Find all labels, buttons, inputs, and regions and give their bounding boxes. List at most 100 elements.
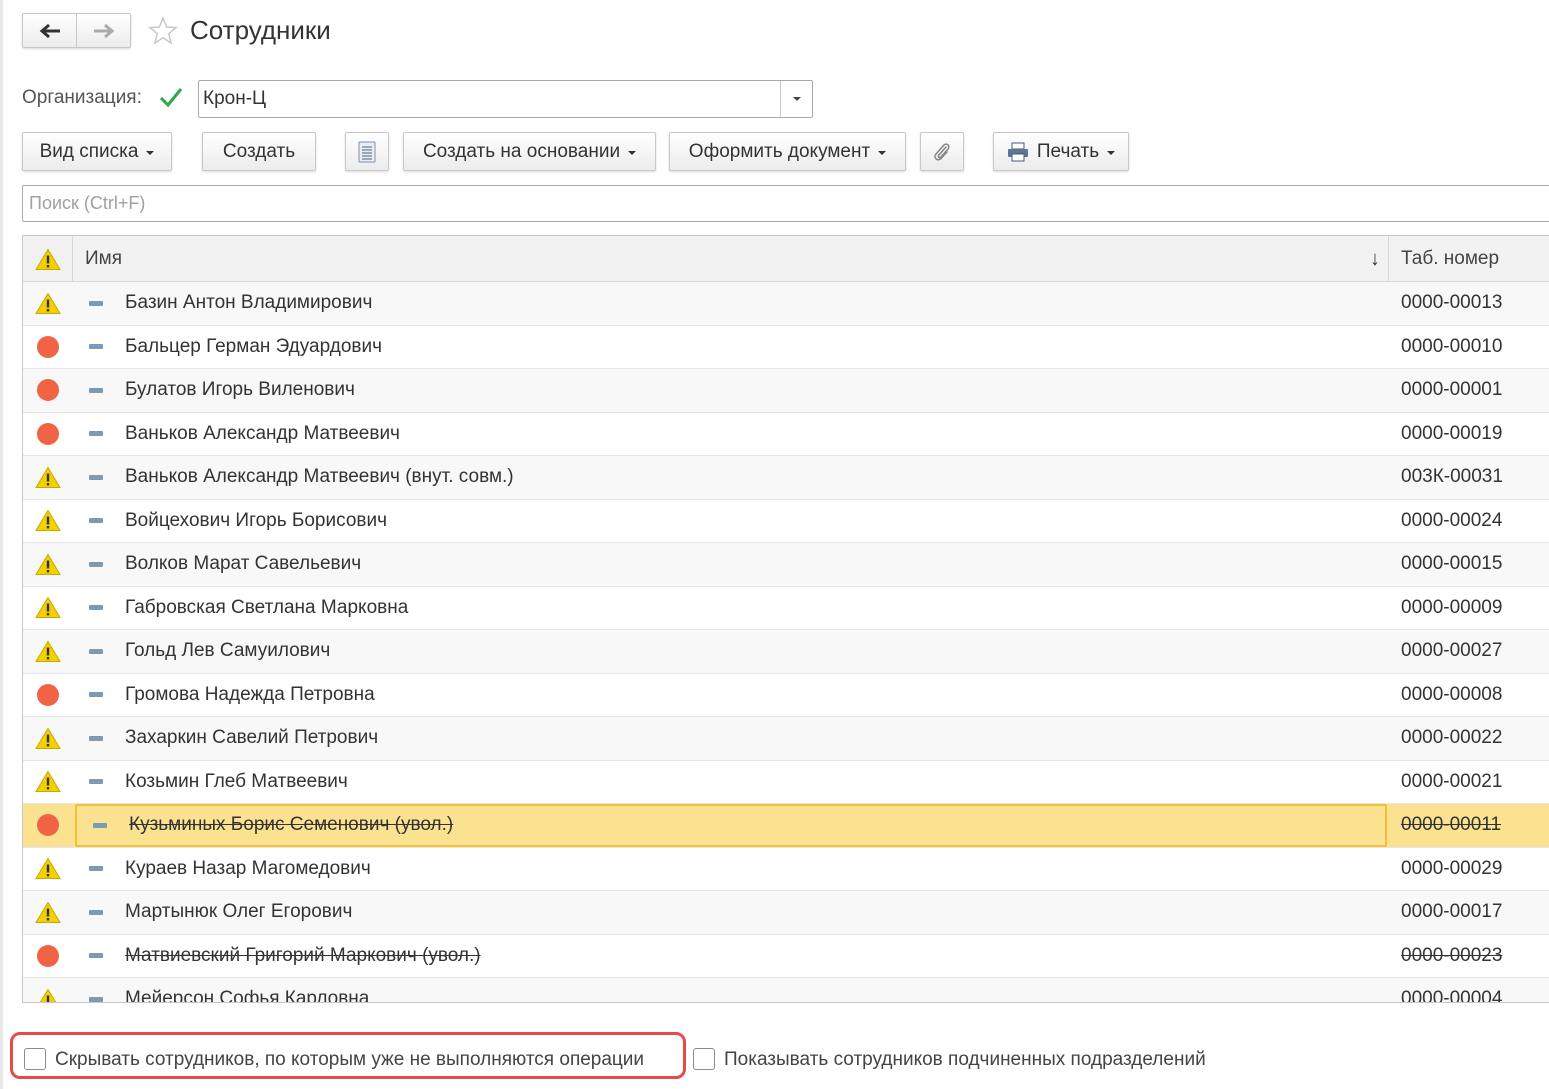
- tab-number-cell[interactable]: 0000-00011: [1389, 804, 1549, 847]
- table-row[interactable]: Захаркин Савелий Петрович 0000-00022: [23, 717, 1549, 761]
- name-cell[interactable]: Кураев Назар Магомедович: [73, 848, 1389, 891]
- table-row[interactable]: Козьмин Глеб Матвеевич 0000-00021: [23, 760, 1549, 804]
- table-row[interactable]: Кузьминых Борис Семенович (увол.) 0000-00…: [23, 804, 1549, 848]
- table-row[interactable]: Матвиевский Григорий Маркович (увол.) 000…: [23, 934, 1549, 978]
- status-cell: [23, 543, 73, 586]
- tab-number-cell[interactable]: 0000-00017: [1389, 891, 1549, 934]
- make-document-button[interactable]: Оформить документ: [669, 132, 906, 171]
- table-row[interactable]: Войцехович Игорь Борисович 0000-00024: [23, 499, 1549, 543]
- table-row[interactable]: Базин Антон Владимирович 0000-00013: [23, 282, 1549, 326]
- column-name[interactable]: Имя ↓: [73, 236, 1389, 282]
- make-document-label: Оформить документ: [688, 140, 871, 162]
- status-cell: [23, 456, 73, 499]
- star-icon[interactable]: [148, 16, 178, 46]
- tab-number-cell[interactable]: 0000-00015: [1389, 543, 1549, 586]
- employee-name: Кузьминых Борис Семенович (увол.): [129, 814, 454, 836]
- chevron-down-icon: [146, 150, 155, 155]
- column-status[interactable]: [23, 236, 73, 282]
- warning-icon: [34, 248, 61, 270]
- name-cell[interactable]: Матвиевский Григорий Маркович (увол.): [73, 935, 1389, 978]
- table-row[interactable]: Мейерсон Софья Карловна 0000-00004: [23, 978, 1549, 1002]
- table-row[interactable]: Волков Марат Савельевич 0000-00015: [23, 543, 1549, 587]
- tab-number-cell[interactable]: 0000-00008: [1389, 674, 1549, 717]
- tab-number-cell[interactable]: 0000-00013: [1389, 282, 1549, 325]
- employee-name: Захаркин Савелий Петрович: [125, 727, 379, 749]
- tab-number-cell[interactable]: 0000-00004: [1389, 978, 1549, 1002]
- name-cell[interactable]: Базин Антон Владимирович: [73, 282, 1389, 325]
- status-cell: [23, 978, 73, 1002]
- table-row[interactable]: Ваньков Александр Матвеевич 0000-00019: [23, 412, 1549, 456]
- forward-button[interactable]: [76, 14, 130, 47]
- table-row[interactable]: Мартынюк Олег Егорович 0000-00017: [23, 891, 1549, 935]
- hide-inactive-checkbox[interactable]: [24, 1048, 46, 1070]
- print-button[interactable]: Печать: [993, 132, 1129, 171]
- search-input[interactable]: Поиск (Ctrl+F): [22, 185, 1549, 222]
- tab-number-cell[interactable]: 0000-00001: [1389, 369, 1549, 412]
- tab-number: 0000-00013: [1401, 292, 1503, 314]
- list-settings-button[interactable]: [345, 132, 389, 171]
- name-cell[interactable]: Козьмин Глеб Матвеевич: [73, 761, 1389, 804]
- name-cell[interactable]: Мартынюк Олег Егорович: [73, 891, 1389, 934]
- status-cell: [23, 848, 73, 891]
- status-cell: [23, 674, 73, 717]
- tab-number-cell[interactable]: 0000-00022: [1389, 717, 1549, 760]
- name-cell[interactable]: Бальцер Герман Эдуардович: [73, 326, 1389, 369]
- hide-inactive-label[interactable]: Скрывать сотрудников, по которым уже не …: [55, 1048, 644, 1072]
- tab-number-cell[interactable]: 003К-00031: [1389, 456, 1549, 499]
- table-row[interactable]: Гольд Лев Самуилович 0000-00027: [23, 630, 1549, 674]
- name-cell[interactable]: Кузьминых Борис Семенович (увол.): [75, 804, 1387, 847]
- table-row[interactable]: Булатов Игорь Виленович 0000-00001: [23, 369, 1549, 413]
- employee-icon: [89, 344, 103, 350]
- tab-number-cell[interactable]: 0000-00009: [1389, 587, 1549, 630]
- name-cell[interactable]: Мейерсон Софья Карловна: [73, 978, 1389, 1002]
- status-cell: [23, 761, 73, 804]
- organization-field[interactable]: Крон-Ц: [198, 80, 813, 118]
- printer-icon: [1007, 142, 1028, 161]
- status-cell: [23, 935, 73, 978]
- status-cell: [23, 413, 73, 456]
- table-row[interactable]: Габровская Светлана Марковна 0000-00009: [23, 586, 1549, 630]
- name-cell[interactable]: Захаркин Савелий Петрович: [73, 717, 1389, 760]
- name-cell[interactable]: Ваньков Александр Матвеевич: [73, 413, 1389, 456]
- employee-name: Мартынюк Олег Егорович: [125, 901, 353, 923]
- sort-descending-icon: ↓: [1370, 248, 1380, 270]
- error-dot-icon: [37, 335, 59, 358]
- table-row[interactable]: Бальцер Герман Эдуардович 0000-00010: [23, 325, 1549, 369]
- name-cell[interactable]: Гольд Лев Самуилович: [73, 630, 1389, 673]
- show-subordinate-label[interactable]: Показывать сотрудников подчиненных подра…: [724, 1048, 1206, 1072]
- warning-icon: [35, 640, 61, 662]
- list-view-button[interactable]: Вид списка: [22, 132, 172, 171]
- tab-number: 0000-00029: [1401, 857, 1503, 879]
- back-button[interactable]: [23, 14, 76, 47]
- tab-number-cell[interactable]: 0000-00029: [1389, 848, 1549, 891]
- name-cell[interactable]: Булатов Игорь Виленович: [73, 369, 1389, 412]
- tab-number-cell[interactable]: 0000-00023: [1389, 935, 1549, 978]
- column-tab-number[interactable]: Таб. номер: [1389, 236, 1549, 282]
- window-edge: [0, 0, 3, 1089]
- create-based-on-button[interactable]: Создать на основании: [403, 132, 656, 171]
- name-cell[interactable]: Ваньков Александр Матвеевич (внут. совм.…: [73, 456, 1389, 499]
- table-row[interactable]: Громова Надежда Петровна 0000-00008: [23, 673, 1549, 717]
- name-cell[interactable]: Волков Марат Савельевич: [73, 543, 1389, 586]
- name-cell[interactable]: Громова Надежда Петровна: [73, 674, 1389, 717]
- name-cell[interactable]: Габровская Светлана Марковна: [73, 587, 1389, 630]
- page-title: Сотрудники: [190, 15, 331, 45]
- name-cell[interactable]: Войцехович Игорь Борисович: [73, 500, 1389, 543]
- tab-number-cell[interactable]: 0000-00021: [1389, 761, 1549, 804]
- tab-number-cell[interactable]: 0000-00027: [1389, 630, 1549, 673]
- create-based-on-label: Создать на основании: [422, 140, 621, 162]
- arrow-left-icon: [39, 23, 60, 38]
- table-row[interactable]: Кураев Назар Магомедович 0000-00029: [23, 847, 1549, 891]
- table-row[interactable]: Ваньков Александр Матвеевич (внут. совм.…: [23, 456, 1549, 500]
- employee-icon: [89, 387, 103, 393]
- create-button[interactable]: Создать: [202, 132, 316, 171]
- tab-number-cell[interactable]: 0000-00019: [1389, 413, 1549, 456]
- organization-value[interactable]: Крон-Ц: [199, 81, 780, 117]
- tab-number-cell[interactable]: 0000-00024: [1389, 500, 1549, 543]
- organization-dropdown-button[interactable]: [780, 81, 812, 117]
- show-subordinate-checkbox[interactable]: [693, 1048, 715, 1070]
- organization-checkbox[interactable]: [158, 86, 184, 110]
- status-cell: [23, 500, 73, 543]
- attachments-button[interactable]: [920, 132, 964, 171]
- tab-number-cell[interactable]: 0000-00010: [1389, 326, 1549, 369]
